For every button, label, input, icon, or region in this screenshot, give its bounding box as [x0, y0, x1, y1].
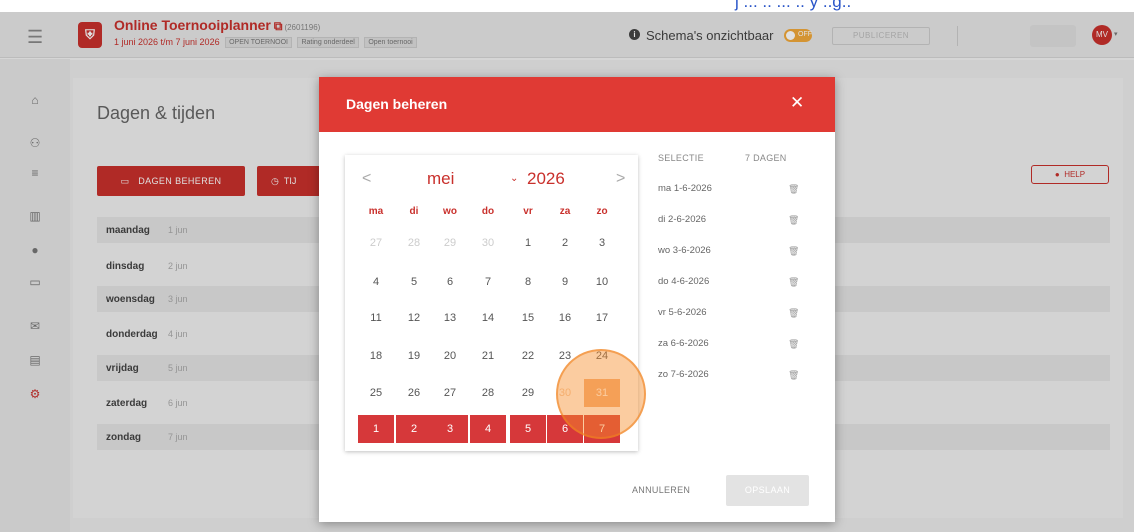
calendar-day[interactable]: 16: [547, 304, 583, 332]
trash-icon[interactable]: 🗑: [788, 215, 799, 226]
weekday-header: di: [409, 206, 419, 217]
selection-item: za 6-6-2026: [658, 338, 709, 349]
calendar-day[interactable]: 27: [358, 229, 394, 257]
selection-item: wo 3-6-2026: [658, 245, 711, 256]
trash-icon[interactable]: 🗑: [788, 184, 799, 195]
weekday-header: ma: [368, 206, 384, 217]
calendar-day-selected[interactable]: 5: [510, 415, 546, 443]
trash-icon[interactable]: 🗑: [788, 339, 799, 350]
calendar-day[interactable]: 29: [510, 379, 546, 407]
selection-item: zo 7-6-2026: [658, 369, 709, 380]
chevron-left-icon[interactable]: <: [362, 170, 371, 188]
selection-count: 7 DAGEN: [745, 153, 787, 163]
calendar-day[interactable]: 20: [432, 342, 468, 370]
weekday-header: zo: [596, 206, 608, 217]
month-select[interactable]: mei: [427, 169, 454, 189]
calendar-day-selected[interactable]: 3: [432, 415, 468, 443]
calendar-day[interactable]: 8: [510, 268, 546, 296]
calendar-day[interactable]: 29: [432, 229, 468, 257]
calendar-day[interactable]: 15: [510, 304, 546, 332]
calendar-day[interactable]: 11: [358, 304, 394, 332]
dialog-title: Dagen beheren: [346, 96, 448, 112]
calendar-day[interactable]: 13: [432, 304, 468, 332]
trash-icon[interactable]: 🗑: [788, 308, 799, 319]
chevron-right-icon[interactable]: >: [616, 170, 625, 188]
trash-icon[interactable]: 🗑: [788, 370, 799, 381]
selection-header: SELECTIE: [658, 153, 704, 163]
calendar-day[interactable]: 18: [358, 342, 394, 370]
calendar-day[interactable]: 7: [470, 268, 506, 296]
close-icon[interactable]: ✕: [790, 93, 804, 113]
caption-text: j ... .. ... .. y ..g..: [735, 0, 852, 11]
calendar-day[interactable]: 22: [510, 342, 546, 370]
save-button[interactable]: OPSLAAN: [726, 475, 809, 506]
selection-item: ma 1-6-2026: [658, 183, 712, 194]
calendar-day[interactable]: 1: [510, 229, 546, 257]
calendar-day[interactable]: 30: [470, 229, 506, 257]
chevron-down-icon[interactable]: ⌄: [510, 173, 518, 184]
selection-item: di 2-6-2026: [658, 214, 707, 225]
selection-item: vr 5-6-2026: [658, 307, 707, 318]
weekday-header: vr: [523, 206, 533, 217]
calendar-day[interactable]: 4: [358, 268, 394, 296]
calendar-day[interactable]: 6: [432, 268, 468, 296]
calendar-day[interactable]: 28: [470, 379, 506, 407]
calendar-day[interactable]: 21: [470, 342, 506, 370]
calendar-day-selected[interactable]: 1: [358, 415, 394, 443]
trash-icon[interactable]: 🗑: [788, 246, 799, 257]
cancel-button[interactable]: ANNULEREN: [632, 485, 690, 495]
weekday-header: wo: [443, 206, 457, 217]
calendar-day[interactable]: 17: [584, 304, 620, 332]
selection-item: do 4-6-2026: [658, 276, 710, 287]
calendar-day-selected[interactable]: 2: [396, 415, 432, 443]
calendar-day[interactable]: 27: [432, 379, 468, 407]
calendar-day[interactable]: 12: [396, 304, 432, 332]
calendar-day[interactable]: 3: [584, 229, 620, 257]
caption-strip: j ... .. ... .. y ..g..: [0, 0, 1134, 12]
calendar-day[interactable]: 26: [396, 379, 432, 407]
calendar-day[interactable]: 5: [396, 268, 432, 296]
year-select[interactable]: 2026: [527, 169, 565, 189]
weekday-header: do: [481, 206, 495, 217]
calendar-day[interactable]: 14: [470, 304, 506, 332]
dialog-header: Dagen beheren ✕: [319, 77, 835, 132]
calendar-day[interactable]: 25: [358, 379, 394, 407]
calendar-day[interactable]: 19: [396, 342, 432, 370]
tap-indicator: [556, 349, 646, 439]
calendar-day[interactable]: 28: [396, 229, 432, 257]
calendar-day-selected[interactable]: 4: [470, 415, 506, 443]
trash-icon[interactable]: 🗑: [788, 277, 799, 288]
calendar-day[interactable]: 2: [547, 229, 583, 257]
calendar-day[interactable]: 9: [547, 268, 583, 296]
weekday-header: za: [559, 206, 571, 217]
calendar-day[interactable]: 10: [584, 268, 620, 296]
